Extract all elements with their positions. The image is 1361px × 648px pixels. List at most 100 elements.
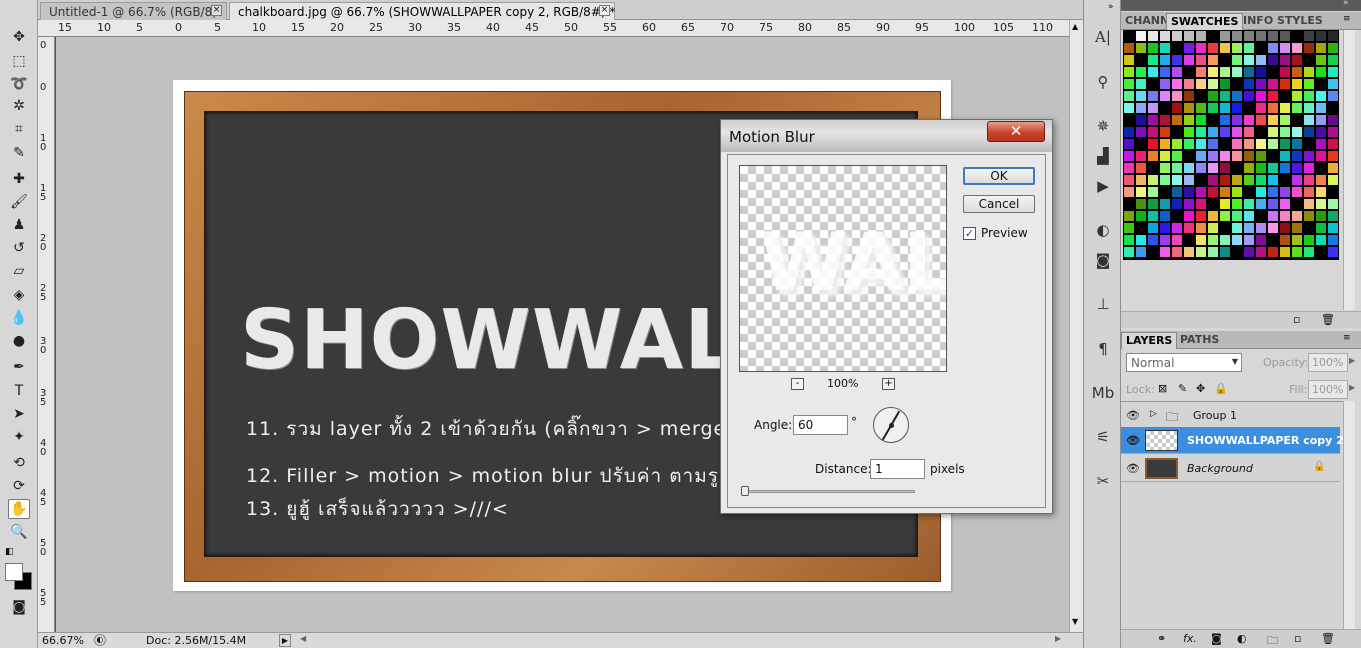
swatch-cell[interactable] — [1268, 91, 1278, 101]
tab-styles[interactable]: STYLES — [1273, 13, 1327, 30]
swatch-grid[interactable] — [1123, 30, 1339, 260]
swatch-cell[interactable] — [1316, 247, 1326, 257]
swatch-cell[interactable] — [1196, 151, 1206, 161]
path-selection-tool-icon[interactable]: ➤ — [8, 404, 30, 424]
panel-options-icon[interactable]: ≡ — [1343, 333, 1351, 343]
swatch-cell[interactable] — [1160, 235, 1170, 245]
swatch-cell[interactable] — [1160, 79, 1170, 89]
swatch-cell[interactable] — [1316, 43, 1326, 53]
swatch-cell[interactable] — [1328, 31, 1338, 41]
swatch-cell[interactable] — [1148, 139, 1158, 149]
swatch-cell[interactable] — [1292, 187, 1302, 197]
swatch-cell[interactable] — [1256, 211, 1266, 221]
swatch-cell[interactable] — [1304, 67, 1314, 77]
swatch-cell[interactable] — [1292, 211, 1302, 221]
swatch-cell[interactable] — [1268, 175, 1278, 185]
swatch-cell[interactable] — [1256, 79, 1266, 89]
swatch-cell[interactable] — [1280, 43, 1290, 53]
swatch-cell[interactable] — [1292, 43, 1302, 53]
swatch-cell[interactable] — [1148, 211, 1158, 221]
swatch-cell[interactable] — [1172, 139, 1182, 149]
swatch-cell[interactable] — [1148, 31, 1158, 41]
swatch-cell[interactable] — [1172, 55, 1182, 65]
swatch-cell[interactable] — [1220, 211, 1230, 221]
swatch-cell[interactable] — [1184, 91, 1194, 101]
swatch-cell[interactable] — [1220, 199, 1230, 209]
swatch-cell[interactable] — [1232, 247, 1242, 257]
swatch-cell[interactable] — [1232, 43, 1242, 53]
swatch-cell[interactable] — [1220, 55, 1230, 65]
swatch-cell[interactable] — [1256, 55, 1266, 65]
swatch-cell[interactable] — [1280, 163, 1290, 173]
swatch-cell[interactable] — [1184, 139, 1194, 149]
swatch-cell[interactable] — [1160, 139, 1170, 149]
swatch-cell[interactable] — [1172, 199, 1182, 209]
swatch-cell[interactable] — [1268, 151, 1278, 161]
swatch-cell[interactable] — [1184, 187, 1194, 197]
swatch-cell[interactable] — [1292, 79, 1302, 89]
distance-slider-knob[interactable] — [741, 486, 749, 496]
swatch-cell[interactable] — [1292, 91, 1302, 101]
swatch-cell[interactable] — [1196, 115, 1206, 125]
swatch-cell[interactable] — [1136, 115, 1146, 125]
lock-position-icon[interactable]: ✥ — [1196, 382, 1205, 395]
close-tab-icon[interactable]: × — [599, 5, 610, 16]
swatch-cell[interactable] — [1304, 247, 1314, 257]
delete-layer-icon[interactable]: 🗑 — [1321, 632, 1335, 645]
swatch-cell[interactable] — [1244, 115, 1254, 125]
swatch-cell[interactable] — [1208, 103, 1218, 113]
swatch-cell[interactable] — [1316, 211, 1326, 221]
swatch-cell[interactable] — [1172, 235, 1182, 245]
swatch-cell[interactable] — [1268, 79, 1278, 89]
swatch-cell[interactable] — [1280, 115, 1290, 125]
swatch-cell[interactable] — [1280, 175, 1290, 185]
status-info-icon[interactable]: ◐ — [94, 634, 106, 646]
swatch-cell[interactable] — [1244, 223, 1254, 233]
zoom-in-button[interactable]: + — [882, 378, 895, 390]
swatch-cell[interactable] — [1160, 67, 1170, 77]
swatch-cell[interactable] — [1232, 103, 1242, 113]
swatch-cell[interactable] — [1196, 67, 1206, 77]
swatch-cell[interactable] — [1268, 139, 1278, 149]
swatch-cell[interactable] — [1244, 175, 1254, 185]
swatch-cell[interactable] — [1220, 91, 1230, 101]
swatch-cell[interactable] — [1208, 211, 1218, 221]
fill-arrow-icon[interactable]: ▶ — [1349, 383, 1355, 392]
swatch-cell[interactable] — [1196, 247, 1206, 257]
swatch-cell[interactable] — [1160, 175, 1170, 185]
zoom-tool-icon[interactable]: 🔍 — [8, 522, 30, 542]
swatch-cell[interactable] — [1160, 31, 1170, 41]
swatch-cell[interactable] — [1196, 55, 1206, 65]
swatch-cell[interactable] — [1280, 139, 1290, 149]
swatch-cell[interactable] — [1232, 139, 1242, 149]
type-tool-icon[interactable]: T — [8, 381, 30, 401]
tab-swatches[interactable]: SWATCHES — [1166, 13, 1244, 30]
swatch-cell[interactable] — [1316, 31, 1326, 41]
swatch-cell[interactable] — [1316, 187, 1326, 197]
filter-preview[interactable]: WAL — [739, 165, 947, 372]
swatch-cell[interactable] — [1244, 187, 1254, 197]
swatch-cell[interactable] — [1316, 91, 1326, 101]
swatch-cell[interactable] — [1268, 187, 1278, 197]
swatch-cell[interactable] — [1160, 211, 1170, 221]
swatch-cell[interactable] — [1136, 223, 1146, 233]
swatch-cell[interactable] — [1124, 43, 1134, 53]
swatch-cell[interactable] — [1304, 199, 1314, 209]
swatch-cell[interactable] — [1124, 247, 1134, 257]
swatch-cell[interactable] — [1196, 235, 1206, 245]
swatch-cell[interactable] — [1196, 103, 1206, 113]
swatch-cell[interactable] — [1148, 127, 1158, 137]
swatch-cell[interactable] — [1148, 67, 1158, 77]
swatch-cell[interactable] — [1328, 55, 1338, 65]
swatch-cell[interactable] — [1292, 103, 1302, 113]
swatch-cell[interactable] — [1208, 199, 1218, 209]
swatch-cell[interactable] — [1196, 211, 1206, 221]
distance-field[interactable]: 1 — [870, 459, 925, 479]
swatch-cell[interactable] — [1316, 163, 1326, 173]
swatch-cell[interactable] — [1208, 235, 1218, 245]
swatch-cell[interactable] — [1256, 103, 1266, 113]
swatch-cell[interactable] — [1304, 175, 1314, 185]
swatch-cell[interactable] — [1280, 199, 1290, 209]
swatch-cell[interactable] — [1304, 127, 1314, 137]
swatch-cell[interactable] — [1148, 163, 1158, 173]
